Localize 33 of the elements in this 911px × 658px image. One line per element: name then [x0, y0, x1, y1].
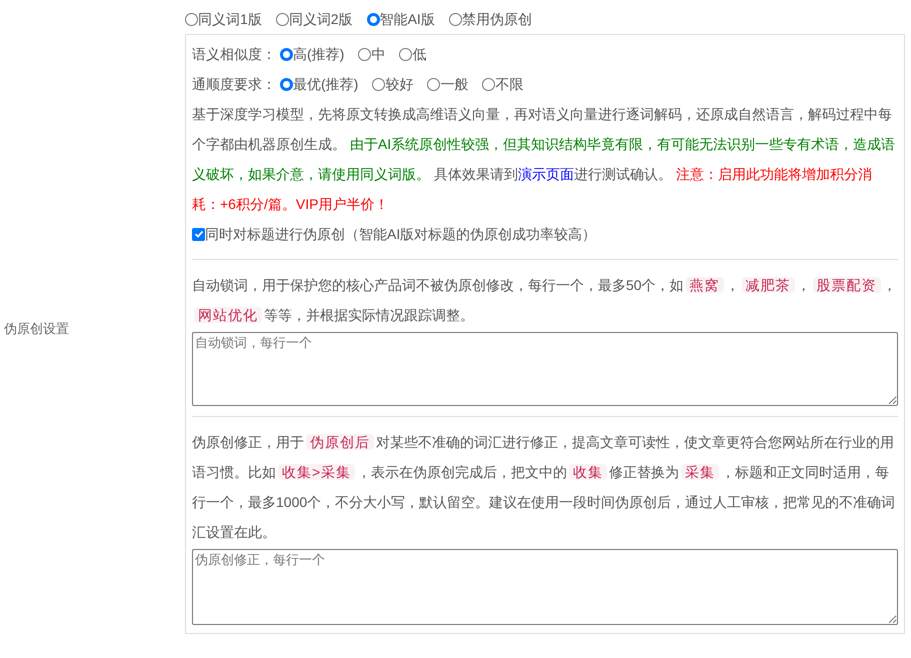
checkbox[interactable] — [192, 228, 205, 240]
radio-button[interactable] — [399, 48, 412, 60]
radio-option[interactable]: 较好 — [372, 74, 414, 94]
radio-option[interactable]: 一般 — [427, 74, 468, 94]
radio-option[interactable]: 同义词2版 — [276, 8, 353, 30]
demo-page-link[interactable]: 演示页面 — [518, 166, 574, 182]
corrections-description: 伪原创修正，用于 伪原创后 对某些不准确的词汇进行修正，提高文章可读性，使文章更符合您网站所在行业的用语习惯。比如 收集>采集 ，表示在伪原创完成后，把文中的 收集 修正替换为 采集 ，标题和正文同时适用，每行一个，最多1000个，不分大小写，默认留空。建议在使用一段时间伪原创后，通过人工审核，把常见的不准确词汇设置在此。 — [192, 433, 896, 542]
section-label: 伪原创设置 — [3, 320, 69, 338]
ai-description: 基于深度学习模型，先将原文转换成高维语义向量，再对语义向量进行逐词解码，还原成自然语言，解码过程中每个字都由机器原创生成。 由于AI系统原创性较强，但其知识结构毕竟有限，有可能无法识别一些专有术语，造成语义破坏，如果介意，请使用同义词版。 具体效果请到演示页面进行测试确认。 注意：启用此功能将增加积分消耗：+6积分/篇。VIP用户半价！ — [192, 105, 896, 214]
radio-option[interactable]: 低 — [399, 44, 426, 64]
field-label: 通顺度要求： — [192, 74, 276, 94]
radio-button[interactable] — [185, 12, 198, 26]
radio-button[interactable] — [372, 78, 386, 90]
radio-option[interactable]: 最优(推荐) — [280, 74, 358, 94]
radio-option[interactable]: 禁用伪原创 — [448, 8, 532, 30]
radio-button[interactable] — [280, 48, 293, 60]
radio-button[interactable] — [448, 12, 462, 26]
radio-button[interactable] — [276, 12, 289, 26]
lock-words-description: 自动锁词，用于保护您的核心产品词不被伪原创修改，每行一个，最多50个，如 燕窝 ， 减肥茶 ， 股票配资 ， 网站优化 等等，并根据实际情况跟踪调整。 — [192, 276, 898, 325]
lock-words-field[interactable]: 自动锁词，每行一个 — [192, 332, 898, 406]
corrections-field[interactable]: 伪原创修正，每行一个 — [192, 549, 898, 625]
title-option[interactable]: 同时对标题进行伪原创（智能AI版对标题的伪原创成功率较高） — [192, 219, 898, 249]
radio-option[interactable]: 中 — [358, 44, 386, 64]
radio-option[interactable]: 高(推荐) — [280, 44, 344, 64]
radio-button[interactable] — [482, 78, 496, 90]
radio-option[interactable]: 智能AI版 — [366, 8, 435, 30]
radio-button[interactable] — [366, 12, 380, 26]
field-label: 语义相似度： — [192, 44, 276, 64]
radio-button[interactable] — [280, 78, 293, 90]
radio-option[interactable]: 不限 — [482, 74, 524, 94]
radio-button[interactable] — [427, 78, 440, 90]
radio-option[interactable]: 同义词1版 — [185, 8, 262, 30]
radio-button[interactable] — [358, 48, 372, 60]
